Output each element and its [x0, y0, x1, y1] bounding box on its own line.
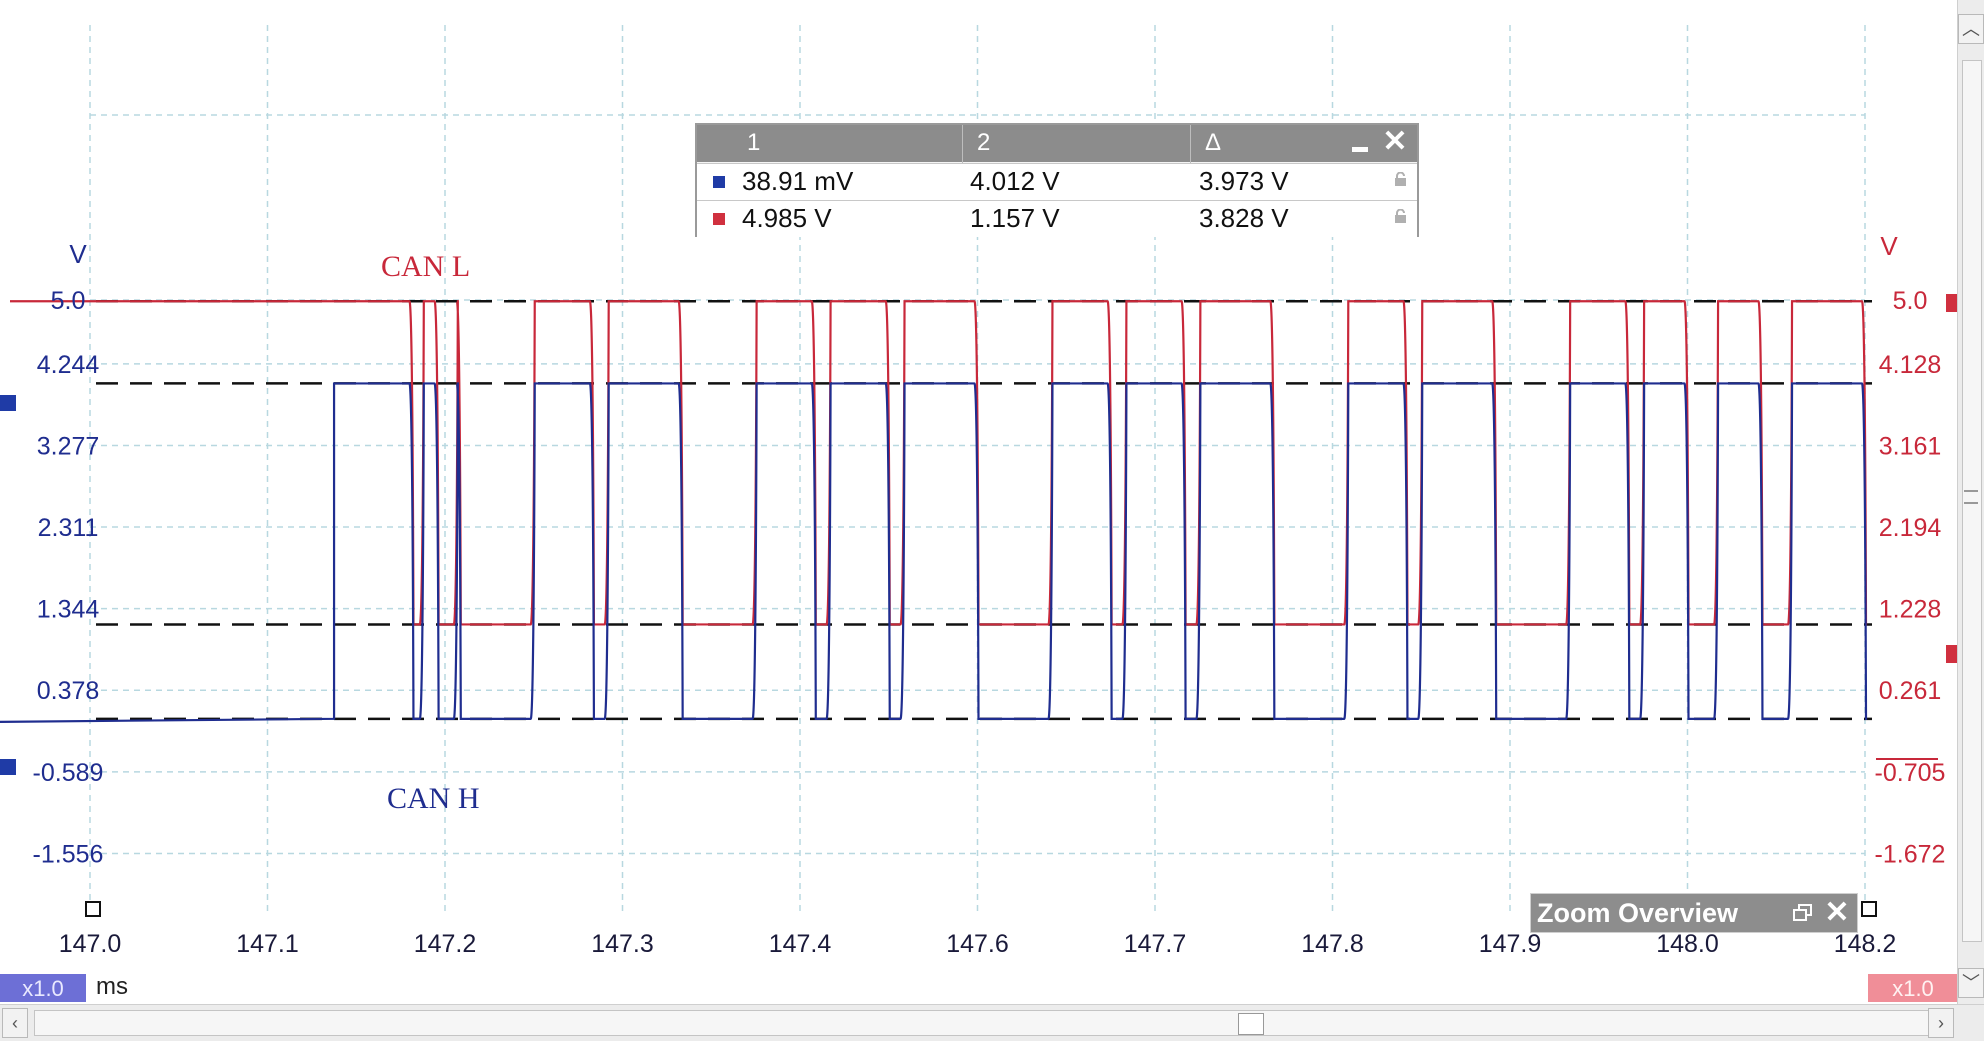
- measurement-row: 38.91 mV 4.012 V 3.973 V: [697, 163, 1417, 200]
- header-col-1: 1: [747, 129, 761, 156]
- minimize-icon[interactable]: [1352, 147, 1368, 152]
- y-tick-label-right: 2.194: [1879, 514, 1942, 542]
- value-1: 4.985 V: [742, 203, 832, 233]
- left-marker-bottom: [85, 901, 101, 917]
- x-tick-label: 147.0: [59, 930, 122, 958]
- value-2: 1.157 V: [970, 203, 1060, 233]
- left-marker-lower: [0, 759, 16, 775]
- trace-can-h: [0, 382, 1868, 723]
- y-tick-label-left: 1.344: [37, 596, 100, 624]
- measurement-header: 1 2 Δ ✕: [697, 125, 1417, 162]
- measurement-table: 1 2 Δ ✕ 38.91 mV 4.012 V 3.973 V 4.985 V…: [695, 123, 1419, 237]
- x-tick-label: 148.2: [1834, 930, 1897, 958]
- y-tick-label-left: 5.0: [51, 287, 86, 315]
- zoom-overview-panel[interactable]: Zoom Overview ✕: [1530, 893, 1858, 933]
- x-tick-label: 147.3: [591, 930, 654, 958]
- y-tick-label-right: 0.261: [1879, 677, 1942, 705]
- right-scale-badge-text: x1.0: [1892, 976, 1934, 1001]
- channel-swatch: [713, 213, 725, 225]
- measurement-row: 4.985 V 1.157 V 3.828 V: [697, 200, 1417, 237]
- header-col-delta: Δ: [1205, 129, 1222, 156]
- y-tick-label-right: 3.161: [1879, 432, 1942, 460]
- right-marker-bottom: [1861, 901, 1877, 917]
- x-tick-label: 147.8: [1301, 930, 1364, 958]
- right-axis-unit: V: [1880, 231, 1898, 261]
- y-tick-label-right: 5.0: [1893, 287, 1928, 315]
- channel-swatch: [713, 176, 725, 188]
- y-tick-label-right: 1.228: [1879, 596, 1942, 624]
- x-axis-unit: ms: [96, 973, 128, 1000]
- lock-icon[interactable]: [1394, 171, 1407, 186]
- header-col-2: 2: [977, 129, 991, 156]
- chevron-left-icon[interactable]: ‹: [2, 1008, 28, 1038]
- close-icon[interactable]: ✕: [1381, 127, 1409, 157]
- y-tick-label-left: -0.589: [33, 759, 104, 787]
- lock-icon[interactable]: [1394, 208, 1407, 223]
- value-1: 38.91 mV: [742, 166, 854, 196]
- y-tick-label-right: -0.705: [1875, 759, 1946, 787]
- left-scale-badge-text: x1.0: [22, 976, 64, 1001]
- x-tick-label: 147.9: [1479, 930, 1542, 958]
- trace-can-l: [10, 300, 1868, 626]
- vertical-scrollbar[interactable]: ︿ ﹀: [1957, 0, 1984, 1004]
- value-delta: 3.973 V: [1199, 166, 1289, 196]
- x-tick-label: 147.1: [236, 930, 299, 958]
- x-tick-label: 147.6: [946, 930, 1009, 958]
- y-tick-label-left: -1.556: [33, 841, 104, 869]
- series-label-can-h: CAN H: [387, 782, 480, 815]
- y-tick-label-left: 0.378: [37, 677, 100, 705]
- x-tick-label: 147.7: [1124, 930, 1187, 958]
- zoom-overview-title: Zoom Overview: [1537, 898, 1739, 928]
- left-axis-unit: V: [69, 239, 87, 269]
- x-tick-label: 147.4: [769, 930, 832, 958]
- y-tick-label-right: 4.128: [1879, 351, 1942, 379]
- y-tick-label-right: -1.672: [1875, 841, 1946, 869]
- x-tick-label: 147.2: [414, 930, 477, 958]
- horizontal-scrollbar[interactable]: ‹ ›: [0, 1004, 1984, 1041]
- axis-labels: 5.0 4.244 3.277 2.311 1.344 0.378 -0.589 -1.556…: [33, 287, 1946, 958]
- chevron-up-icon[interactable]: ︿: [1958, 14, 1984, 44]
- grip-icon: [1238, 1013, 1264, 1035]
- series-label-can-l: CAN L: [381, 250, 470, 283]
- left-marker-upper: [0, 395, 16, 411]
- y-tick-label-left: 2.311: [38, 514, 99, 542]
- close-icon[interactable]: ✕: [1823, 896, 1851, 930]
- scroll-thumb[interactable]: [34, 1010, 1936, 1036]
- chevron-right-icon[interactable]: ›: [1928, 1008, 1954, 1038]
- value-delta: 3.828 V: [1199, 203, 1289, 233]
- grip-icon: [1964, 490, 1978, 504]
- y-tick-label-left: 4.244: [37, 351, 100, 379]
- restore-icon[interactable]: [1793, 904, 1813, 922]
- y-tick-label-left: 3.277: [37, 432, 100, 460]
- chevron-down-icon[interactable]: ﹀: [1958, 968, 1984, 998]
- value-2: 4.012 V: [970, 166, 1060, 196]
- x-tick-label: 148.0: [1656, 930, 1719, 958]
